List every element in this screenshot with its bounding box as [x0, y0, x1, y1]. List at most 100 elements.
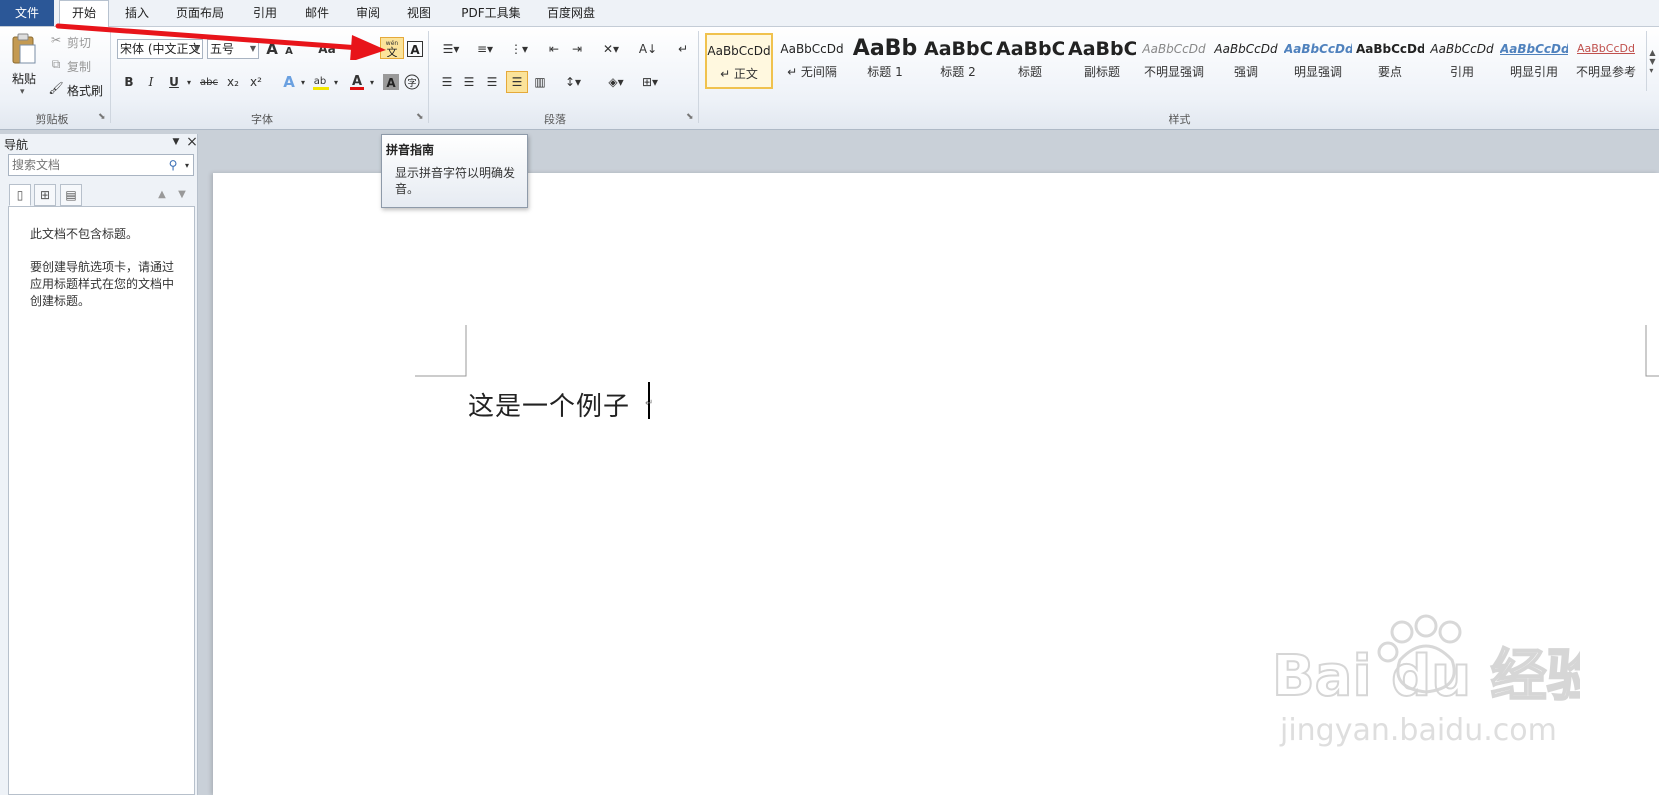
change-case-button[interactable]: Aa: [316, 39, 338, 59]
tab-home[interactable]: 开始: [59, 0, 109, 27]
next-icon[interactable]: ▼: [175, 186, 189, 202]
style-subtle-reference[interactable]: AaBbCcDd 不明显参考: [1572, 33, 1640, 89]
font-launcher-icon[interactable]: ⬊: [416, 113, 425, 122]
chevron-down-icon[interactable]: ▾: [367, 72, 377, 92]
style-heading-1[interactable]: AaBb 标题 1: [851, 33, 919, 89]
chevron-down-icon[interactable]: ▾: [298, 72, 308, 92]
paste-dropdown-icon[interactable]: ▾: [20, 87, 25, 97]
style-sample: AaBbCcDd: [1284, 42, 1352, 56]
copy-button[interactable]: 复制: [67, 58, 91, 75]
style-no-spacing[interactable]: AaBbCcDd ↵ 无间隔: [778, 33, 846, 89]
grow-font-button[interactable]: A: [264, 39, 280, 59]
nav-tab-headings[interactable]: ▯: [9, 184, 31, 206]
align-center-icon[interactable]: ☰: [460, 72, 478, 92]
copy-icon[interactable]: ⧉: [48, 56, 64, 72]
clipboard-launcher-icon[interactable]: ⬊: [98, 113, 107, 122]
style-intense-quote[interactable]: AaBbCcDd 明显引用: [1500, 33, 1568, 89]
styles-scroll-icon[interactable]: ▲ ▼ ▾: [1646, 31, 1658, 91]
decrease-indent-icon[interactable]: ⇤: [545, 39, 563, 59]
character-shading-icon[interactable]: A: [382, 72, 400, 92]
bold-icon[interactable]: B: [120, 72, 138, 92]
format-painter-icon[interactable]: 🖌: [48, 80, 64, 96]
paste-icon[interactable]: [10, 31, 38, 67]
paragraph-launcher-icon[interactable]: ⬊: [686, 113, 695, 122]
style-sample: AaBb: [852, 36, 918, 61]
nav-tab-pages[interactable]: ⊞: [34, 184, 56, 206]
list-icon: ▤: [65, 188, 77, 202]
tab-references[interactable]: 引用: [245, 0, 285, 26]
superscript-icon[interactable]: x²: [247, 72, 265, 92]
tab-file[interactable]: 文件: [0, 0, 54, 26]
shading-icon[interactable]: ◈▾: [603, 72, 629, 92]
italic-icon[interactable]: I: [142, 72, 160, 92]
style-sample: AaBbC: [924, 38, 992, 60]
format-painter-button[interactable]: 格式刷: [67, 82, 103, 99]
enclose-characters-icon[interactable]: 字: [403, 72, 421, 92]
character-border-icon[interactable]: A: [406, 39, 424, 59]
style-heading-2[interactable]: AaBbC 标题 2: [924, 33, 992, 89]
borders-icon[interactable]: ⊞▾: [637, 72, 663, 92]
watermark-url: jingyan.baidu.com: [1279, 713, 1557, 748]
shrink-font-button[interactable]: A: [282, 42, 296, 60]
style-emphasis[interactable]: AaBbCcDd 强调: [1212, 33, 1280, 89]
multilevel-list-icon[interactable]: ⋮▾: [506, 39, 532, 59]
style-quote[interactable]: AaBbCcDd 引用: [1428, 33, 1496, 89]
style-subtitle[interactable]: AaBbC 副标题: [1068, 33, 1136, 89]
align-left-icon[interactable]: ☰: [438, 72, 456, 92]
style-sample: AaBbCcDd: [1214, 42, 1278, 56]
search-icon[interactable]: ⚲: [166, 156, 180, 174]
svg-text:A: A: [352, 74, 362, 89]
chinese-layout-icon[interactable]: ✕▾: [598, 39, 624, 59]
numbering-icon[interactable]: ≡▾: [472, 39, 498, 59]
highlight-color-icon[interactable]: ab: [311, 72, 331, 92]
align-right-icon[interactable]: ☰: [483, 72, 501, 92]
chevron-down-icon[interactable]: ▾: [331, 72, 341, 92]
tab-baidu-netdisk[interactable]: 百度网盘: [541, 0, 601, 26]
tab-review[interactable]: 审阅: [348, 0, 388, 26]
increase-indent-icon[interactable]: ⇥: [568, 39, 586, 59]
style-strong[interactable]: AaBbCcDd 要点: [1356, 33, 1424, 89]
style-title[interactable]: AaBbC 标题: [996, 33, 1064, 89]
chevron-down-icon[interactable]: ▾: [182, 156, 192, 174]
nav-options-icon[interactable]: ▼: [170, 136, 182, 148]
cut-icon[interactable]: ✂: [48, 32, 64, 48]
chevron-down-icon[interactable]: ▾: [184, 72, 194, 92]
phonetic-guide-icon[interactable]: wén 文: [380, 37, 404, 59]
style-normal[interactable]: AaBbCcDd ↵ 正文: [705, 33, 773, 89]
tab-mailings[interactable]: 邮件: [297, 0, 337, 26]
baidu-watermark-icon: Bai du 经验 jingyan.baidu.com: [1271, 614, 1580, 748]
nav-tab-results[interactable]: ▤: [60, 184, 82, 206]
paste-button[interactable]: 粘贴: [12, 70, 36, 87]
tab-pdf-tools[interactable]: PDF工具集: [455, 0, 527, 26]
subscript-icon[interactable]: x₂: [224, 72, 242, 92]
style-sample: AaBbCcDd: [1356, 42, 1424, 56]
tab-view[interactable]: 视图: [399, 0, 439, 26]
style-subtle-emphasis[interactable]: AaBbCcDd 不明显强调: [1140, 33, 1208, 89]
show-marks-icon[interactable]: ↵: [673, 39, 693, 59]
bullets-icon[interactable]: ☰▾: [438, 39, 464, 59]
chevron-down-icon: ▼: [193, 44, 200, 53]
underline-icon[interactable]: U: [165, 72, 183, 92]
clear-formatting-icon[interactable]: ⌫: [351, 39, 373, 59]
cut-button[interactable]: 剪切: [67, 34, 91, 51]
style-name: 引用: [1449, 65, 1474, 79]
style-intense-emphasis[interactable]: AaBbCcDd 明显强调: [1284, 33, 1352, 89]
justify-icon[interactable]: ☰: [506, 71, 528, 93]
style-sample: AaBbC: [1068, 38, 1136, 60]
text-effects-icon[interactable]: A: [280, 72, 298, 92]
strikethrough-icon[interactable]: abc: [198, 72, 220, 92]
style-name: 标题 1: [867, 65, 903, 79]
font-size-combo[interactable]: 五号 ▼: [207, 39, 259, 59]
tab-insert[interactable]: 插入: [116, 0, 158, 26]
font-color-icon[interactable]: A: [347, 72, 367, 92]
document-text[interactable]: 这是一个例子: [468, 386, 630, 423]
font-name-combo[interactable]: 宋体 (中文正文 ▼: [117, 39, 203, 59]
close-icon[interactable]: ×: [186, 134, 198, 150]
sort-icon[interactable]: A↓: [638, 39, 658, 59]
style-name: 不明显参考: [1575, 65, 1636, 79]
line-spacing-icon[interactable]: ↕▾: [560, 72, 586, 92]
distributed-icon[interactable]: ▥: [531, 72, 549, 92]
previous-icon[interactable]: ▲: [155, 186, 169, 202]
style-name: 要点: [1377, 65, 1402, 79]
tab-page-layout[interactable]: 页面布局: [170, 0, 230, 26]
